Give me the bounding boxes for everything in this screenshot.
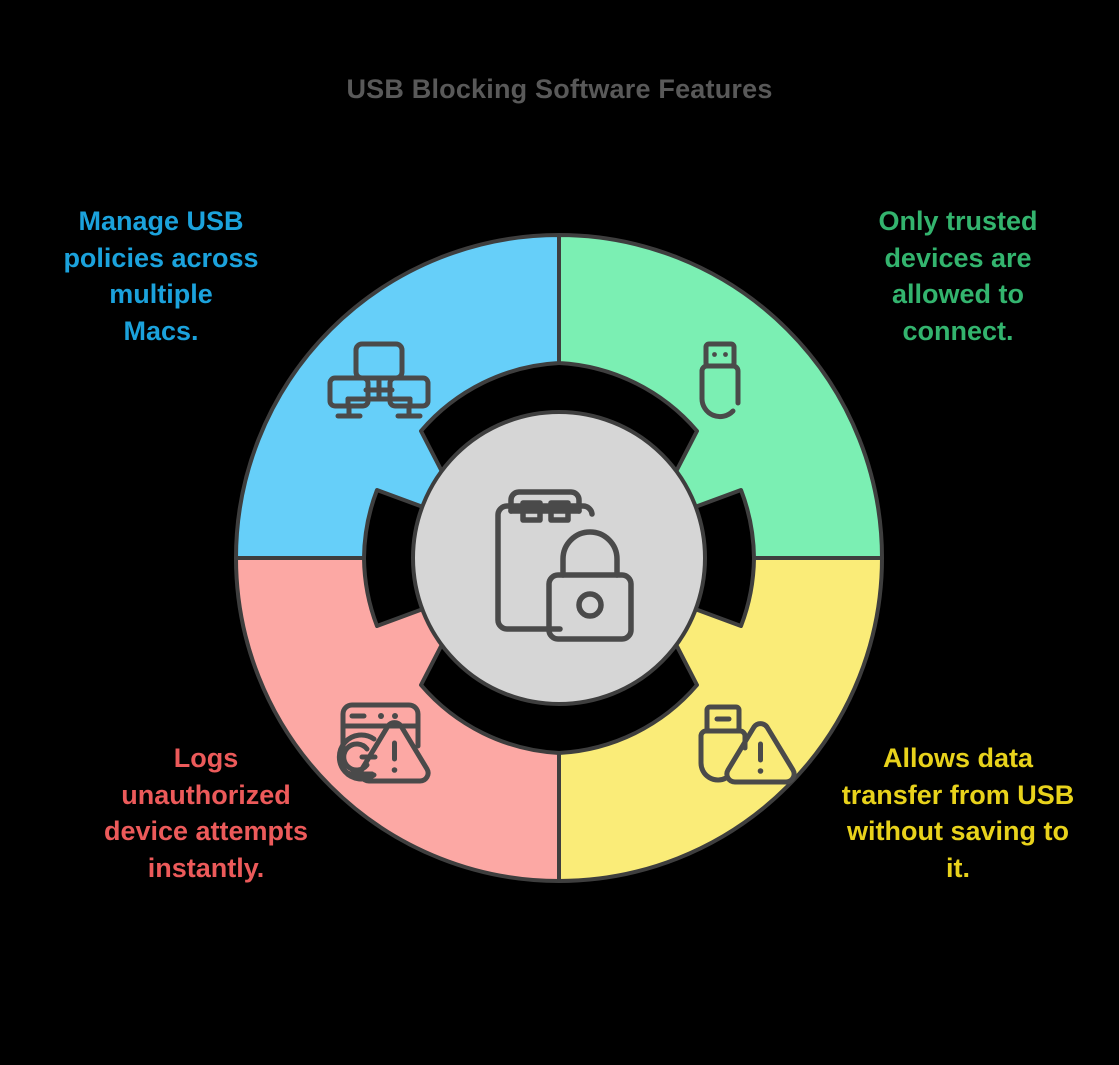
center-hub-circle bbox=[411, 410, 707, 706]
infographic-canvas: USB Blocking Software Features Manage US… bbox=[0, 0, 1119, 1065]
donut-diagram bbox=[234, 233, 884, 883]
